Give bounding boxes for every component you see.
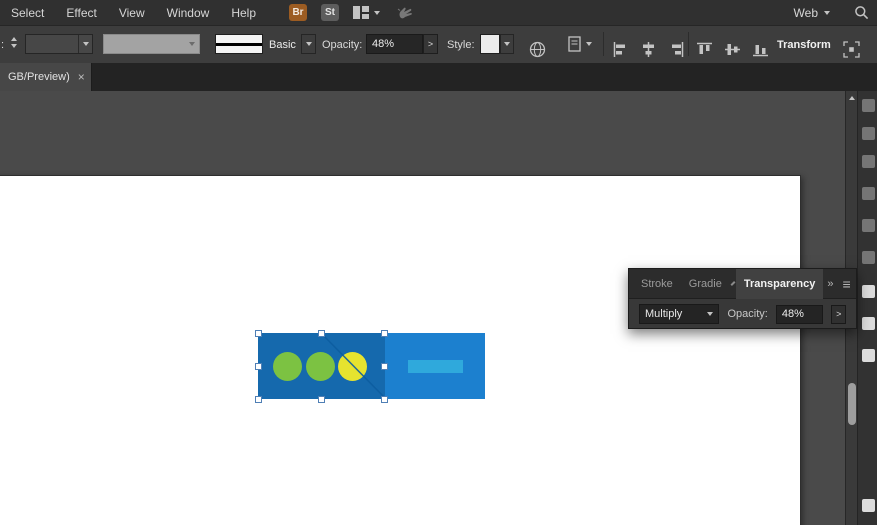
search-icon[interactable] [854, 0, 869, 26]
selection-handle-bottom-left[interactable] [255, 396, 262, 403]
selection-handle-mid-left[interactable] [255, 363, 262, 370]
free-transform-icon[interactable] [843, 36, 860, 62]
panel-dock-icon[interactable] [862, 499, 875, 512]
panel-dock-icon[interactable] [862, 127, 875, 140]
menu-bar: Select Effect View Window Help Br St Web [0, 0, 877, 26]
chevron-down-icon [824, 11, 830, 15]
document-setup-button[interactable] [568, 36, 592, 52]
panel-dock-icon[interactable] [862, 349, 875, 362]
graphic-style-select-button[interactable] [500, 34, 514, 54]
menu-effect[interactable]: Effect [55, 0, 107, 26]
menu-select[interactable]: Select [0, 0, 55, 26]
panel-collapse-button[interactable]: » [823, 278, 838, 290]
chevron-down-icon [707, 312, 713, 316]
control-bar: : Basic Opacity: 48% > Style: [0, 26, 877, 63]
panel-dock [857, 91, 877, 525]
align-bottom-icon[interactable] [752, 36, 769, 62]
panel-opacity-expand-button[interactable]: > [831, 305, 846, 324]
selection-handle-mid-right[interactable] [381, 363, 388, 370]
panel-dock-icon[interactable] [862, 155, 875, 168]
opacity-input[interactable]: 48% [366, 34, 423, 54]
arrange-documents-button[interactable] [353, 0, 380, 26]
panel-opacity-label[interactable]: Opacity: [727, 308, 767, 320]
brush-select-button[interactable] [301, 34, 316, 54]
selection-handle-top-center[interactable] [318, 330, 325, 337]
document-icon [568, 36, 581, 52]
transform-panel-link[interactable]: Transform [777, 35, 831, 55]
stepper-up-icon[interactable] [11, 37, 17, 41]
transparency-panel: Stroke Gradie Transparency » ≡ Multiply … [628, 268, 857, 329]
close-icon[interactable]: × [78, 71, 85, 83]
chevron-down-icon [374, 11, 380, 15]
bridge-button[interactable]: Br [289, 4, 307, 21]
panel-opacity-input[interactable]: 48% [776, 305, 824, 324]
diagonal-path-edge [258, 333, 486, 399]
separator [603, 32, 604, 56]
align-left-icon[interactable] [612, 36, 629, 62]
style-label: Style: [447, 35, 475, 55]
stepper-down-icon[interactable] [11, 44, 17, 48]
panel-dock-icon[interactable] [862, 219, 875, 232]
panel-dock-icon[interactable] [862, 285, 875, 298]
chevron-down-icon [586, 42, 592, 46]
tab-divider-icon [730, 281, 735, 286]
document-tab-bar: GB/Preview) × [0, 63, 877, 91]
brush-name-label: Basic [269, 35, 296, 55]
opacity-expand-button[interactable]: > [423, 34, 438, 54]
tab-stroke[interactable]: Stroke [629, 269, 681, 299]
selection-handle-bottom-right[interactable] [381, 396, 388, 403]
chevron-down-icon [306, 42, 312, 46]
stock-button[interactable]: St [321, 4, 339, 21]
gesture-hand-icon [396, 0, 415, 26]
panel-dock-icon[interactable] [862, 187, 875, 200]
panel-dock-icon[interactable] [862, 251, 875, 264]
align-top-icon[interactable] [696, 36, 713, 62]
menu-window[interactable]: Window [156, 0, 221, 26]
scrollbar-thumb[interactable] [848, 383, 856, 425]
scroll-up-icon[interactable] [849, 96, 855, 100]
document-tab[interactable]: GB/Preview) × [0, 63, 92, 91]
document-tab-title: GB/Preview) [8, 71, 70, 83]
value-stepper[interactable] [11, 37, 17, 48]
transparency-panel-body: Multiply Opacity: 48% > [629, 299, 856, 329]
workspace-switcher[interactable]: Web [794, 6, 830, 20]
illustrator-window: Select Effect View Window Help Br St Web [0, 0, 877, 525]
menu-view[interactable]: View [108, 0, 156, 26]
selection-handle-bottom-center[interactable] [318, 396, 325, 403]
brush-stroke-preview[interactable] [215, 34, 263, 54]
align-center-icon[interactable] [640, 36, 657, 62]
align-middle-icon[interactable] [724, 36, 741, 62]
chevron-down-icon [189, 42, 195, 46]
panel-dock-icon[interactable] [862, 99, 875, 112]
tab-transparency[interactable]: Transparency [736, 269, 824, 299]
panel-dock-icon[interactable] [862, 317, 875, 330]
panel-menu-icon[interactable]: ≡ [839, 276, 859, 292]
blend-mode-value: Multiply [645, 308, 682, 320]
separator [688, 32, 689, 56]
stroke-sample [216, 43, 262, 46]
truncated-label: : [1, 35, 4, 55]
workspace-label: Web [794, 6, 818, 20]
graphic-style-swatch[interactable] [480, 34, 500, 54]
opacity-label[interactable]: Opacity: [322, 35, 362, 55]
chevron-down-icon [83, 42, 89, 46]
disabled-select [103, 34, 200, 54]
selection-handle-top-right[interactable] [381, 330, 388, 337]
selection-handle-top-left[interactable] [255, 330, 262, 337]
chevron-down-icon [504, 42, 510, 46]
tab-gradient[interactable]: Gradie [681, 269, 730, 299]
blend-mode-select[interactable]: Multiply [639, 304, 719, 324]
align-right-icon[interactable] [668, 36, 685, 62]
globe-icon[interactable] [529, 36, 546, 62]
transparency-panel-tabs: Stroke Gradie Transparency » ≡ [629, 269, 856, 299]
menu-help[interactable]: Help [220, 0, 267, 26]
document-layout-icon [353, 0, 369, 26]
variable-width-profile-select[interactable] [25, 34, 93, 54]
